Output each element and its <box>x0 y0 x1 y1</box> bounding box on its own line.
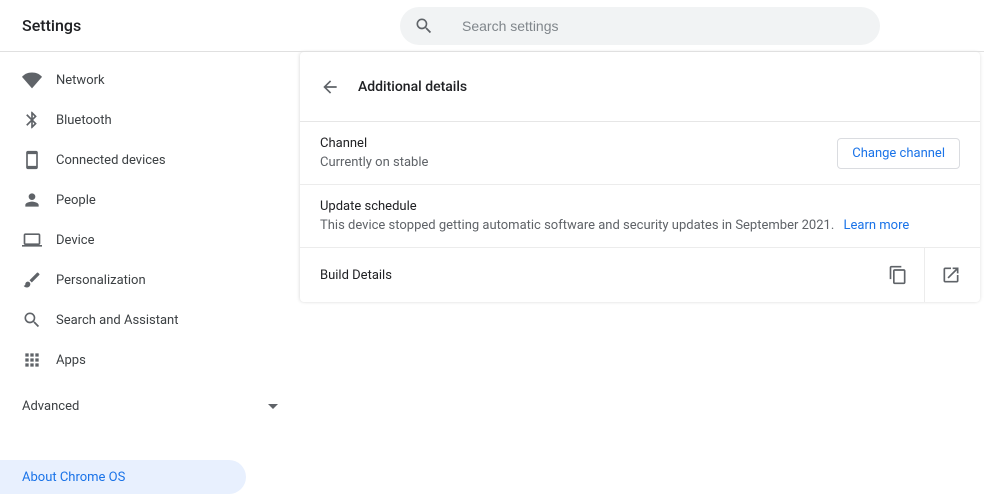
sidebar-item-label: Search and Assistant <box>56 313 179 328</box>
page-title: Additional details <box>358 79 467 95</box>
open-external-button[interactable] <box>924 248 976 302</box>
laptop-icon <box>22 230 42 250</box>
sidebar-item-bluetooth[interactable]: Bluetooth <box>0 100 300 140</box>
sidebar-about-chrome-os[interactable]: About Chrome OS <box>0 460 246 494</box>
update-title: Update schedule <box>320 199 960 214</box>
channel-subtitle: Currently on stable <box>320 155 428 170</box>
sidebar-item-personalization[interactable]: Personalization <box>0 260 300 300</box>
sidebar-item-label: Network <box>56 73 105 88</box>
sidebar-item-label: Bluetooth <box>56 113 112 128</box>
card-header: Additional details <box>300 52 980 122</box>
change-channel-button[interactable]: Change channel <box>837 138 960 169</box>
back-button[interactable] <box>320 77 340 97</box>
build-details-title: Build Details <box>320 268 392 283</box>
update-subtitle-text: This device stopped getting automatic so… <box>320 218 834 233</box>
wifi-icon <box>22 70 42 90</box>
app-title: Settings <box>0 16 81 35</box>
sidebar-item-connected-devices[interactable]: Connected devices <box>0 140 300 180</box>
sidebar-item-label: Apps <box>56 353 86 368</box>
update-subtitle: This device stopped getting automatic so… <box>320 218 960 233</box>
sidebar: Network Bluetooth Connected devices Peop… <box>0 52 300 500</box>
sidebar-item-label: Personalization <box>56 273 146 288</box>
sidebar-item-people[interactable]: People <box>0 180 300 220</box>
bluetooth-icon <box>22 110 42 130</box>
app-header: Settings <box>0 0 984 52</box>
advanced-label: Advanced <box>22 399 79 414</box>
build-actions <box>872 248 976 302</box>
channel-row: Channel Currently on stable Change chann… <box>300 122 980 185</box>
sidebar-item-device[interactable]: Device <box>0 220 300 260</box>
sidebar-item-search-assistant[interactable]: Search and Assistant <box>0 300 300 340</box>
build-details-row[interactable]: Build Details <box>300 248 980 302</box>
open-in-new-icon <box>941 265 961 285</box>
sidebar-advanced-toggle[interactable]: Advanced <box>0 386 300 426</box>
channel-title: Channel <box>320 136 428 151</box>
search-input[interactable] <box>462 18 866 34</box>
search-box[interactable] <box>400 7 880 45</box>
apps-icon <box>22 350 42 370</box>
sidebar-item-network[interactable]: Network <box>0 60 300 100</box>
learn-more-link[interactable]: Learn more <box>844 218 910 233</box>
settings-card: Additional details Channel Currently on … <box>300 52 980 302</box>
person-icon <box>22 190 42 210</box>
sidebar-item-label: Device <box>56 233 95 248</box>
sidebar-item-label: Connected devices <box>56 153 166 168</box>
devices-icon <box>22 150 42 170</box>
brush-icon <box>22 270 42 290</box>
arrow-back-icon <box>320 77 340 97</box>
copy-button[interactable] <box>872 248 924 302</box>
search-icon <box>22 310 42 330</box>
copy-icon <box>888 265 908 285</box>
chevron-down-icon <box>268 404 278 409</box>
sidebar-item-apps[interactable]: Apps <box>0 340 300 380</box>
update-schedule-row: Update schedule This device stopped gett… <box>300 185 980 248</box>
about-label: About Chrome OS <box>22 470 125 485</box>
sidebar-item-label: People <box>56 193 96 208</box>
main-content: Additional details Channel Currently on … <box>300 52 984 500</box>
search-icon <box>414 16 434 36</box>
